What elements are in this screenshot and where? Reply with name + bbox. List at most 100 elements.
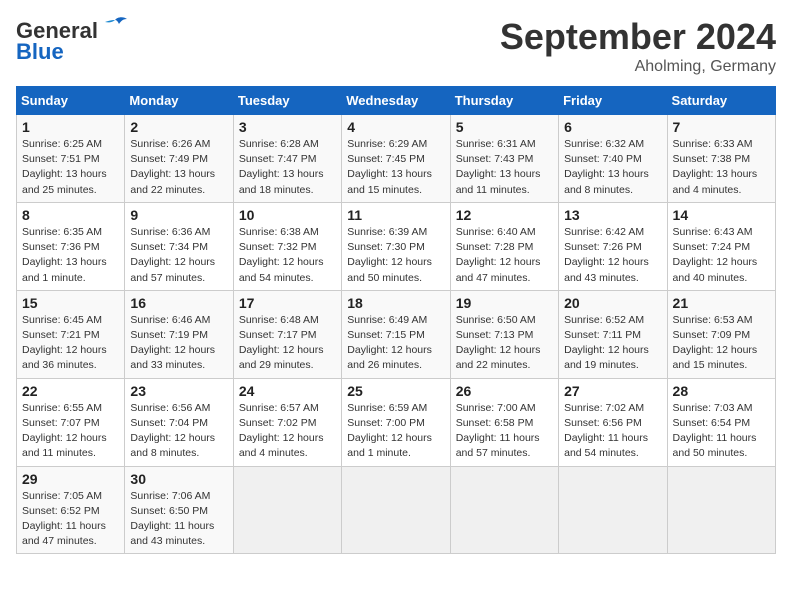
day-number: 25 [347,383,444,399]
day-number: 17 [239,295,336,311]
day-info: Sunrise: 6:56 AMSunset: 7:04 PMDaylight:… [130,401,227,462]
day-info: Sunrise: 6:28 AMSunset: 7:47 PMDaylight:… [239,137,336,198]
calendar-cell: 8 Sunrise: 6:35 AMSunset: 7:36 PMDaylight… [17,202,125,290]
day-number: 22 [22,383,119,399]
day-info: Sunrise: 6:33 AMSunset: 7:38 PMDaylight:… [673,137,770,198]
day-number: 2 [130,119,227,135]
day-info: Sunrise: 6:45 AMSunset: 7:21 PMDaylight:… [22,313,119,374]
calendar-cell [450,466,558,554]
calendar-cell: 14 Sunrise: 6:43 AMSunset: 7:24 PMDayligh… [667,202,775,290]
calendar-week-row: 22 Sunrise: 6:55 AMSunset: 7:07 PMDayligh… [17,378,776,466]
day-info: Sunrise: 6:48 AMSunset: 7:17 PMDaylight:… [239,313,336,374]
day-info: Sunrise: 7:03 AMSunset: 6:54 PMDaylight:… [673,401,770,462]
calendar-cell: 17 Sunrise: 6:48 AMSunset: 7:17 PMDayligh… [233,290,341,378]
day-number: 10 [239,207,336,223]
calendar-cell: 2 Sunrise: 6:26 AMSunset: 7:49 PMDaylight… [125,115,233,203]
calendar-cell: 20 Sunrise: 6:52 AMSunset: 7:11 PMDayligh… [559,290,667,378]
calendar-cell: 28 Sunrise: 7:03 AMSunset: 6:54 PMDayligh… [667,378,775,466]
day-number: 12 [456,207,553,223]
location-subtitle: Aholming, Germany [500,58,776,76]
calendar-cell [342,466,450,554]
day-number: 11 [347,207,444,223]
calendar-cell: 30Sunrise: 7:06 AMSunset: 6:50 PMDayligh… [125,466,233,554]
calendar-week-row: 1 Sunrise: 6:25 AMSunset: 7:51 PMDaylight… [17,115,776,203]
calendar-cell: 29 Sunrise: 7:05 AMSunset: 6:52 PMDayligh… [17,466,125,554]
day-info: Sunrise: 7:02 AMSunset: 6:56 PMDaylight:… [564,401,661,462]
calendar-cell [667,466,775,554]
calendar-cell: 3 Sunrise: 6:28 AMSunset: 7:47 PMDaylight… [233,115,341,203]
day-number: 20 [564,295,661,311]
calendar-cell: 16Sunrise: 6:46 AMSunset: 7:19 PMDayligh… [125,290,233,378]
col-header-friday: Friday [559,87,667,115]
calendar-cell: 18 Sunrise: 6:49 AMSunset: 7:15 PMDayligh… [342,290,450,378]
day-info: Sunrise: 6:31 AMSunset: 7:43 PMDaylight:… [456,137,553,198]
day-number: 19 [456,295,553,311]
day-number: 28 [673,383,770,399]
col-header-monday: Monday [125,87,233,115]
calendar-cell: 5 Sunrise: 6:31 AMSunset: 7:43 PMDaylight… [450,115,558,203]
calendar-cell: 24Sunrise: 6:57 AMSunset: 7:02 PMDayligh… [233,378,341,466]
day-number: 3 [239,119,336,135]
calendar-cell: 26Sunrise: 7:00 AMSunset: 6:58 PMDayligh… [450,378,558,466]
day-number: 23 [130,383,227,399]
calendar-cell [559,466,667,554]
calendar-week-row: 29 Sunrise: 7:05 AMSunset: 6:52 PMDayligh… [17,466,776,554]
day-info: Sunrise: 6:42 AMSunset: 7:26 PMDaylight:… [564,225,661,286]
day-number: 18 [347,295,444,311]
day-info: Sunrise: 7:06 AMSunset: 6:50 PMDaylight:… [130,489,227,550]
day-info: Sunrise: 6:35 AMSunset: 7:36 PMDaylight:… [22,225,119,286]
calendar-cell: 23 Sunrise: 6:56 AMSunset: 7:04 PMDayligh… [125,378,233,466]
day-info: Sunrise: 7:05 AMSunset: 6:52 PMDaylight:… [22,489,119,550]
calendar-week-row: 8 Sunrise: 6:35 AMSunset: 7:36 PMDaylight… [17,202,776,290]
calendar-cell: 9 Sunrise: 6:36 AMSunset: 7:34 PMDaylight… [125,202,233,290]
logo-blue-text: Blue [16,39,64,65]
day-number: 5 [456,119,553,135]
day-number: 9 [130,207,227,223]
day-number: 24 [239,383,336,399]
calendar-cell: 19 Sunrise: 6:50 AMSunset: 7:13 PMDayligh… [450,290,558,378]
col-header-sunday: Sunday [17,87,125,115]
logo: General Blue [16,16,129,65]
title-block: September 2024 Aholming, Germany [500,16,776,76]
calendar-cell: 7 Sunrise: 6:33 AMSunset: 7:38 PMDaylight… [667,115,775,203]
day-number: 6 [564,119,661,135]
day-number: 8 [22,207,119,223]
col-header-saturday: Saturday [667,87,775,115]
calendar-body: 1 Sunrise: 6:25 AMSunset: 7:51 PMDaylight… [17,115,776,554]
day-number: 7 [673,119,770,135]
day-number: 4 [347,119,444,135]
col-header-tuesday: Tuesday [233,87,341,115]
calendar-cell: 10 Sunrise: 6:38 AMSunset: 7:32 PMDayligh… [233,202,341,290]
calendar-cell: 12Sunrise: 6:40 AMSunset: 7:28 PMDayligh… [450,202,558,290]
day-info: Sunrise: 6:46 AMSunset: 7:19 PMDaylight:… [130,313,227,374]
month-title: September 2024 [500,16,776,58]
day-info: Sunrise: 6:38 AMSunset: 7:32 PMDaylight:… [239,225,336,286]
calendar-table: SundayMondayTuesdayWednesdayThursdayFrid… [16,86,776,554]
calendar-cell: 6 Sunrise: 6:32 AMSunset: 7:40 PMDaylight… [559,115,667,203]
calendar-cell: 15 Sunrise: 6:45 AMSunset: 7:21 PMDayligh… [17,290,125,378]
calendar-week-row: 15 Sunrise: 6:45 AMSunset: 7:21 PMDayligh… [17,290,776,378]
day-info: Sunrise: 7:00 AMSunset: 6:58 PMDaylight:… [456,401,553,462]
day-info: Sunrise: 6:49 AMSunset: 7:15 PMDaylight:… [347,313,444,374]
calendar-cell: 4Sunrise: 6:29 AMSunset: 7:45 PMDaylight… [342,115,450,203]
day-info: Sunrise: 6:50 AMSunset: 7:13 PMDaylight:… [456,313,553,374]
day-number: 29 [22,471,119,487]
day-number: 14 [673,207,770,223]
col-header-wednesday: Wednesday [342,87,450,115]
day-info: Sunrise: 6:52 AMSunset: 7:11 PMDaylight:… [564,313,661,374]
day-number: 15 [22,295,119,311]
calendar-cell: 25 Sunrise: 6:59 AMSunset: 7:00 PMDayligh… [342,378,450,466]
calendar-cell: 1 Sunrise: 6:25 AMSunset: 7:51 PMDaylight… [17,115,125,203]
day-info: Sunrise: 6:43 AMSunset: 7:24 PMDaylight:… [673,225,770,286]
page-header: General Blue September 2024 Aholming, Ge… [16,16,776,76]
calendar-cell: 21Sunrise: 6:53 AMSunset: 7:09 PMDayligh… [667,290,775,378]
day-number: 1 [22,119,119,135]
day-info: Sunrise: 6:36 AMSunset: 7:34 PMDaylight:… [130,225,227,286]
day-info: Sunrise: 6:59 AMSunset: 7:00 PMDaylight:… [347,401,444,462]
day-info: Sunrise: 6:55 AMSunset: 7:07 PMDaylight:… [22,401,119,462]
calendar-cell: 11Sunrise: 6:39 AMSunset: 7:30 PMDayligh… [342,202,450,290]
day-info: Sunrise: 6:32 AMSunset: 7:40 PMDaylight:… [564,137,661,198]
day-info: Sunrise: 6:26 AMSunset: 7:49 PMDaylight:… [130,137,227,198]
day-info: Sunrise: 6:25 AMSunset: 7:51 PMDaylight:… [22,137,119,198]
logo-bird-icon [101,16,129,38]
